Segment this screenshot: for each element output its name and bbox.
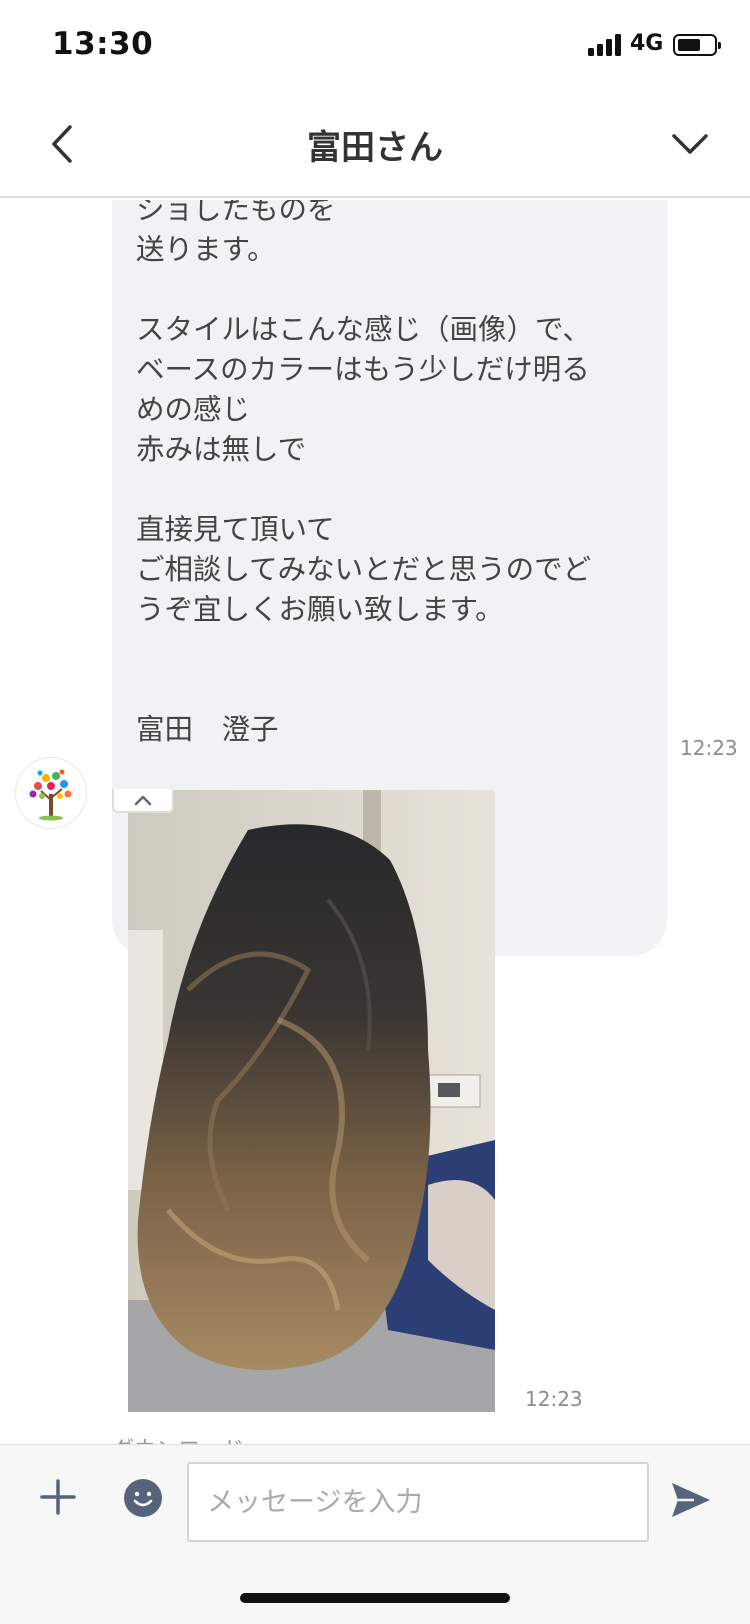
chevron-up-icon [134, 795, 152, 806]
message-text: ショしたものを 送ります。 スタイルはこんな感じ（画像）で、 ベースのカラーはも… [136, 200, 592, 746]
send-button[interactable] [668, 1477, 714, 1523]
tree-avatar-icon [29, 769, 72, 821]
collapse-button[interactable] [112, 789, 174, 813]
message-time: 12:23 [680, 736, 738, 760]
plus-icon [40, 1479, 76, 1515]
smiley-icon [133, 1491, 153, 1507]
chat-header: 富田さん [0, 92, 750, 198]
send-icon [672, 1483, 710, 1517]
battery-icon [673, 34, 721, 56]
input-bar [0, 1444, 750, 1624]
emoji-button[interactable] [124, 1479, 162, 1517]
network-type: 4G [630, 31, 664, 56]
chat-title: 富田さん [307, 128, 443, 168]
status-bar: 13:30 4G [0, 0, 750, 92]
chevron-down-icon [672, 134, 708, 154]
message-input[interactable] [187, 1462, 649, 1542]
menu-toggle-button[interactable] [660, 114, 720, 174]
hair-style-photo [128, 790, 495, 1412]
status-time: 13:30 [52, 26, 154, 62]
chat-area[interactable]: ショしたものを 送ります。 スタイルはこんな感じ（画像）で、 ベースのカラーはも… [0, 200, 750, 1444]
download-link[interactable]: ダウンロード [112, 1432, 244, 1444]
shared-photo[interactable] [128, 790, 495, 1412]
add-attachment-button[interactable] [36, 1475, 80, 1519]
signal-icon [588, 34, 624, 56]
avatar[interactable] [16, 758, 86, 828]
home-indicator [240, 1593, 510, 1603]
photo-time: 12:23 [525, 1387, 583, 1411]
